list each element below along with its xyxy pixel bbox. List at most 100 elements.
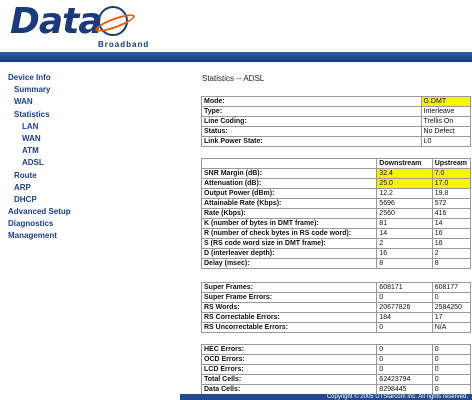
row-label: Line Coding: xyxy=(201,116,422,127)
table-row: HEC Errors: 0 0 xyxy=(200,344,472,355)
row-label: Status: xyxy=(201,126,422,137)
frame-stats-table: Super Frames: 608171 608177 Super Frame Err… xyxy=(200,282,472,333)
row-label: Mode: xyxy=(201,96,422,107)
error-stats-table: HEC Errors: 0 0 OCD Errors: 0 0 LCD Errors: 0 0 T… xyxy=(200,344,472,395)
logo: Datane Broadband xyxy=(2,0,172,82)
row-label: RS Words: xyxy=(200,302,378,313)
sidebar-item-arp[interactable]: ARP xyxy=(8,182,71,194)
upstream-value: 2 xyxy=(431,248,472,259)
upstream-value: 16 xyxy=(431,238,472,249)
upstream-value: 17 xyxy=(431,312,472,323)
upstream-value: 14 xyxy=(431,218,472,229)
upstream-value: N/A xyxy=(431,322,472,333)
downstream-value: 8298445 xyxy=(376,384,433,395)
upstream-value: 7.0 xyxy=(431,168,472,179)
header: Datane Broadband xyxy=(0,0,472,82)
table-row: RS Words: 20677826 2584250 xyxy=(200,302,472,313)
sidebar-item-lan[interactable]: LAN xyxy=(8,121,71,133)
table-row: Output Power (dBm): 12.2 19.8 xyxy=(200,188,472,199)
table-row: Status: No Defect xyxy=(201,126,472,137)
globe-icon xyxy=(98,6,128,36)
table-row: Attenuation (dB): 25.0 17.0 xyxy=(200,178,472,189)
sidebar-item-dhcp[interactable]: DHCP xyxy=(8,194,71,206)
page-title: Statistics -- ADSL xyxy=(202,74,265,83)
downstream-value: 5696 xyxy=(376,198,433,209)
upstream-value: 608177 xyxy=(431,282,472,293)
footer: Copyright © 2005 UTStarcom Inc. All righ… xyxy=(180,394,472,400)
table-row: LCD Errors: 0 0 xyxy=(200,364,472,375)
status-table: Mode: G.DMT Type: Interleave Line Coding: Tre… xyxy=(201,96,472,147)
downstream-value: 14 xyxy=(376,228,433,239)
row-label: D (interleaver depth): xyxy=(200,248,378,259)
row-label: Data Cells: xyxy=(200,384,378,395)
row-label: Output Power (dBm): xyxy=(200,188,378,199)
sidebar-item-advanced-setup[interactable]: Advanced Setup xyxy=(8,206,71,218)
table-row: SNR Margin (dB): 32.4 7.0 xyxy=(200,168,472,179)
upstream-value: 16 xyxy=(431,228,472,239)
upstream-value: 19.8 xyxy=(431,188,472,199)
downstream-value: 0 xyxy=(376,322,433,333)
upstream-value: 0 xyxy=(431,374,472,385)
upstream-value: 0 xyxy=(431,384,472,395)
sidebar: Device Info Summary WAN Statistics LAN WAN ATM… xyxy=(0,62,180,400)
logo-subtitle: Broadband xyxy=(98,40,150,49)
upstream-value: 2584250 xyxy=(431,302,472,313)
downstream-value: 2 xyxy=(376,238,433,249)
table-row: OCD Errors: 0 0 xyxy=(200,354,472,365)
downstream-value: 184 xyxy=(376,312,433,323)
downstream-value: 81 xyxy=(376,218,433,229)
upstream-value: 0 xyxy=(431,364,472,375)
sidebar-item-diagnostics[interactable]: Diagnostics xyxy=(8,218,71,230)
sidebar-nav: Device Info Summary WAN Statistics LAN WAN ATM… xyxy=(8,72,71,243)
table-row: Type: Interleave xyxy=(201,106,472,117)
table-header-row: Downstream Upstream xyxy=(200,158,472,169)
downstream-value: 0 xyxy=(376,354,433,365)
sidebar-item-statistics[interactable]: Statistics xyxy=(8,109,71,121)
row-label: RS Uncorrectable Errors: xyxy=(200,322,378,333)
table-row: Line Coding: Trellis On xyxy=(201,116,472,127)
table-row: K (number of bytes in DMT frame): 81 14 xyxy=(200,218,472,229)
table-row: Delay (msec): 8 8 xyxy=(200,258,472,269)
row-label: Attenuation (dB): xyxy=(200,178,378,189)
row-label: LCD Errors: xyxy=(200,364,378,375)
row-label: Attainable Rate (Kbps): xyxy=(200,198,378,209)
row-value: Interleave xyxy=(420,106,472,117)
column-header: Downstream xyxy=(376,158,433,169)
row-label: SNR Margin (dB): xyxy=(200,168,378,179)
downstream-value: 25.0 xyxy=(376,178,433,189)
downstream-value: 0 xyxy=(376,344,433,355)
upstream-value: 416 xyxy=(431,208,472,219)
sidebar-item-wan[interactable]: WAN xyxy=(8,133,71,145)
sidebar-item-atm[interactable]: ATM xyxy=(8,145,71,157)
row-label: K (number of bytes in DMT frame): xyxy=(200,218,378,229)
table-row: D (interleaver depth): 16 2 xyxy=(200,248,472,259)
table-row: Rate (Kbps): 2560 416 xyxy=(200,208,472,219)
row-label: Link Power State: xyxy=(201,136,422,147)
table-row: Super Frames: 608171 608177 xyxy=(200,282,472,293)
sidebar-item-device-info[interactable]: Device Info xyxy=(8,72,71,84)
table-row: S (RS code word size in DMT frame): 2 16 xyxy=(200,238,472,249)
row-value: L0 xyxy=(420,136,472,147)
row-value: No Defect xyxy=(420,126,472,137)
row-value: Trellis On xyxy=(420,116,472,127)
sidebar-item-route[interactable]: Route xyxy=(8,170,71,182)
sidebar-item-wan[interactable]: WAN xyxy=(8,96,71,108)
row-label: RS Correctable Errors: xyxy=(200,312,378,323)
row-label: Total Cells: xyxy=(200,374,378,385)
upstream-value: 17.0 xyxy=(431,178,472,189)
table-row: Super Frame Errors: 0 0 xyxy=(200,292,472,303)
sidebar-item-summary[interactable]: Summary xyxy=(8,84,71,96)
row-label: S (RS code word size in DMT frame): xyxy=(200,238,378,249)
table-row: Mode: G.DMT xyxy=(201,96,472,107)
sidebar-item-adsl[interactable]: ADSL xyxy=(8,157,71,169)
row-label: Super Frames: xyxy=(200,282,378,293)
sidebar-item-management[interactable]: Management xyxy=(8,230,71,242)
downstream-value: 8 xyxy=(376,258,433,269)
downstream-value: 12.2 xyxy=(376,188,433,199)
upstream-value: 0 xyxy=(431,292,472,303)
downstream-value: 2560 xyxy=(376,208,433,219)
table-row: Link Power State: L0 xyxy=(201,136,472,147)
row-label: Type: xyxy=(201,106,422,117)
table-row: Total Cells: 62423794 0 xyxy=(200,374,472,385)
table-row: RS Uncorrectable Errors: 0 N/A xyxy=(200,322,472,333)
